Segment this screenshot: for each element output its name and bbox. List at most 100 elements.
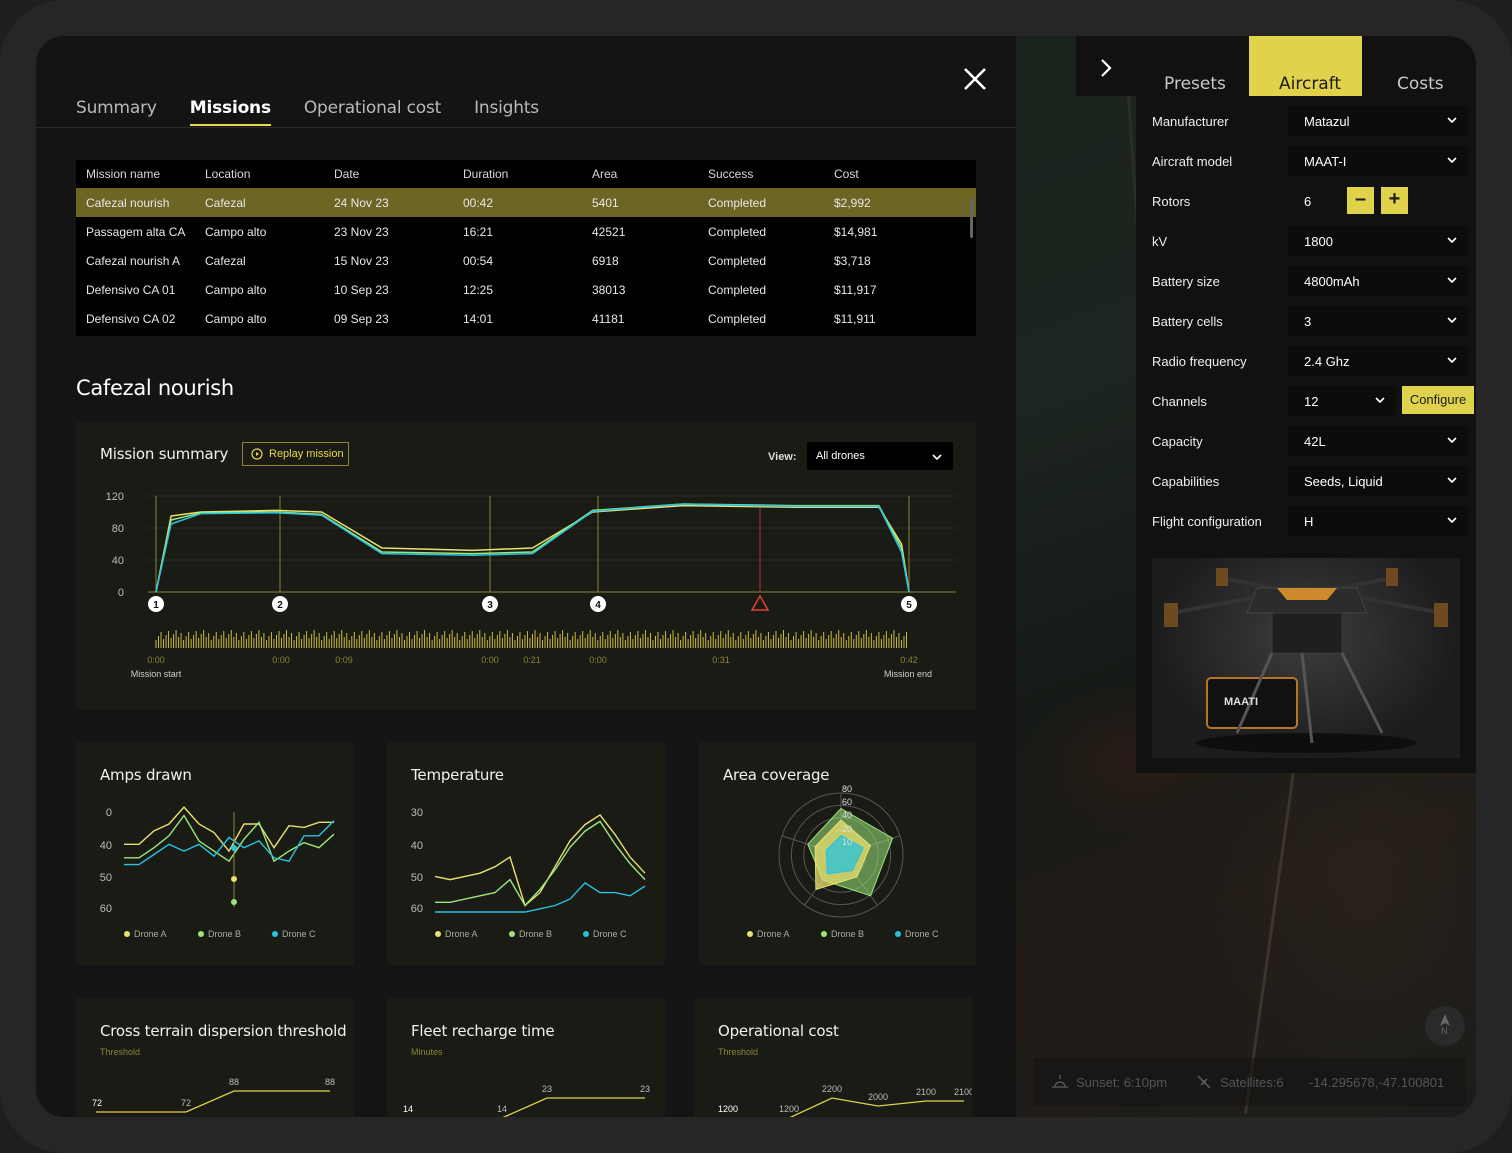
series-line-drone-c <box>155 503 910 593</box>
time-label: 0:00 <box>589 655 607 665</box>
view-select-value: All drones <box>816 450 865 462</box>
col-cost[interactable]: Cost <box>834 167 944 181</box>
table-cell: 6918 <box>592 253 619 268</box>
col-date[interactable]: Date <box>334 167 463 181</box>
table-scrollbar[interactable] <box>970 198 973 238</box>
col-success[interactable]: Success <box>708 167 834 181</box>
tab-aircraft[interactable]: Aircraft <box>1279 74 1341 94</box>
table-cell: 12:25 <box>463 282 494 297</box>
field-manufacturer: Manufacturer Matazul <box>1152 106 1468 136</box>
tab-insights[interactable]: Insights <box>474 98 539 126</box>
status-bar: Sunset: 6:10pm Satellites:6 -14.295678,-… <box>1034 1058 1466 1106</box>
area-coverage-card: Area coverage 80 60 40 20 10 Drone A Drone B Dr… <box>699 742 976 965</box>
missions-table: Mission name Location Date Duration Area… <box>76 160 976 336</box>
table-row[interactable]: Passagem alta CA Campo alto 23 Nov 23 16:21… <box>76 217 976 246</box>
device-frame: Summary Missions Operational cost Insigh… <box>0 0 1512 1153</box>
field-label: Flight configuration <box>1152 514 1262 529</box>
col-mission-name[interactable]: Mission name <box>76 167 205 181</box>
table-cell: 38013 <box>592 282 626 297</box>
table-cell: Cafezal nourish A <box>86 253 181 268</box>
fleet-recharge-card: Fleet recharge time Minutes 14 14 23 23 <box>387 998 665 1117</box>
tab-bar: Summary Missions Operational cost Insigh… <box>76 98 539 126</box>
waypoint-marker <box>272 596 288 612</box>
field-value: 4800mAh <box>1304 274 1360 289</box>
table-row[interactable]: Cafezal nourish Cafezal 24 Nov 23 00:42 5401… <box>76 188 976 217</box>
field-battery-cells: Battery cells 3 <box>1152 306 1468 336</box>
table-row[interactable]: Defensivo CA 01 Campo alto 10 Sep 23 12:25 3… <box>76 275 976 304</box>
legend-label: Drone C <box>282 929 316 939</box>
col-location[interactable]: Location <box>205 167 334 181</box>
waypoint-label: 3 <box>487 600 493 611</box>
field-label: Manufacturer <box>1152 114 1229 129</box>
table-cell: 23 Nov 23 <box>334 224 389 239</box>
field-select[interactable]: 6 <box>1288 186 1348 216</box>
waypoint-label: 5 <box>906 600 912 611</box>
chevron-right-icon[interactable] <box>1098 58 1114 78</box>
tab-missions[interactable]: Missions <box>189 98 271 126</box>
y-tick-label: 80 <box>112 523 124 535</box>
point-label: 72 <box>181 1098 191 1108</box>
tab-costs[interactable]: Costs <box>1397 74 1444 94</box>
waypoint-label: 1 <box>153 600 159 611</box>
field-select[interactable]: 1800 <box>1288 226 1468 256</box>
legend-label: Drone B <box>831 929 864 939</box>
field-select[interactable]: 2.4 Ghz <box>1288 346 1468 376</box>
field-select[interactable]: 3 <box>1288 306 1468 336</box>
series-line-drone-c <box>435 881 646 913</box>
chevron-down-icon <box>1447 437 1457 444</box>
chevron-down-icon <box>1447 157 1457 164</box>
field-value: 12 <box>1304 394 1319 409</box>
table-cell: Completed <box>708 253 767 268</box>
field-select[interactable]: MAAT-I <box>1288 146 1468 176</box>
point-label: 1200 <box>718 1104 738 1114</box>
missions-panel: Summary Missions Operational cost Insigh… <box>36 36 1016 1117</box>
waypoint-marker <box>590 596 606 612</box>
coordinates-text: -14.295678,-47.100801 <box>1309 1075 1445 1090</box>
waypoint-marker <box>901 596 917 612</box>
compass-button[interactable]: N <box>1425 1006 1465 1046</box>
legend-dot <box>583 931 589 937</box>
tab-operational-cost[interactable]: Operational cost <box>304 98 441 126</box>
rotors-increment-button[interactable]: + <box>1381 187 1408 214</box>
waypoint-label: 4 <box>595 600 601 611</box>
rotors-decrement-button[interactable]: – <box>1347 187 1374 214</box>
time-label: 0:00 <box>147 655 165 665</box>
field-select[interactable]: 42L <box>1288 426 1468 456</box>
chevron-down-icon <box>1375 397 1385 404</box>
field-label: Channels <box>1152 394 1207 409</box>
configure-button[interactable]: Configure <box>1402 386 1474 414</box>
tab-summary[interactable]: Summary <box>76 98 157 126</box>
close-icon[interactable] <box>962 66 988 92</box>
tab-presets[interactable]: Presets <box>1164 74 1226 94</box>
field-select[interactable]: Matazul <box>1288 106 1468 136</box>
legend-dot <box>895 931 901 937</box>
amps-drawn-chart: 0 40 50 60 Drone A Drone B Drone C <box>100 806 335 939</box>
view-select[interactable]: All drones <box>807 442 953 470</box>
table-row[interactable]: Cafezal nourish A Cafezal 15 Nov 23 00:54 69… <box>76 246 976 275</box>
legend-dot <box>124 931 130 937</box>
col-duration[interactable]: Duration <box>463 167 592 181</box>
table-row[interactable]: Defensivo CA 02 Campo alto 09 Sep 23 14:01 4… <box>76 304 976 333</box>
y-tick-label: 120 <box>106 491 124 503</box>
table-cell: Defensivo CA 01 <box>86 282 176 297</box>
point-label: 23 <box>640 1084 650 1094</box>
field-select[interactable]: Seeds, Liquid <box>1288 466 1468 496</box>
area-coverage-chart: 80 60 40 20 10 Drone A Drone B Drone C <box>747 784 939 939</box>
satellites-text: Satellites:6 <box>1220 1075 1284 1090</box>
table-cell: 5401 <box>592 195 619 210</box>
field-select[interactable]: 12 <box>1288 386 1396 416</box>
y-tick-label: 40 <box>100 840 112 852</box>
field-select[interactable]: 4800mAh <box>1288 266 1468 296</box>
field-select[interactable]: H <box>1288 506 1468 536</box>
legend-label: Drone C <box>593 929 627 939</box>
table-cell: Completed <box>708 282 767 297</box>
legend-label: Drone B <box>208 929 241 939</box>
field-rotors: Rotors 6 – + <box>1152 186 1460 216</box>
replay-mission-button[interactable]: Replay mission <box>242 442 349 466</box>
col-area[interactable]: Area <box>592 167 708 181</box>
table-cell: Campo alto <box>205 224 267 239</box>
legend-dot <box>435 931 441 937</box>
table-cell: Campo alto <box>205 311 267 326</box>
field-label: kV <box>1152 234 1168 249</box>
tab-divider <box>36 127 1016 128</box>
